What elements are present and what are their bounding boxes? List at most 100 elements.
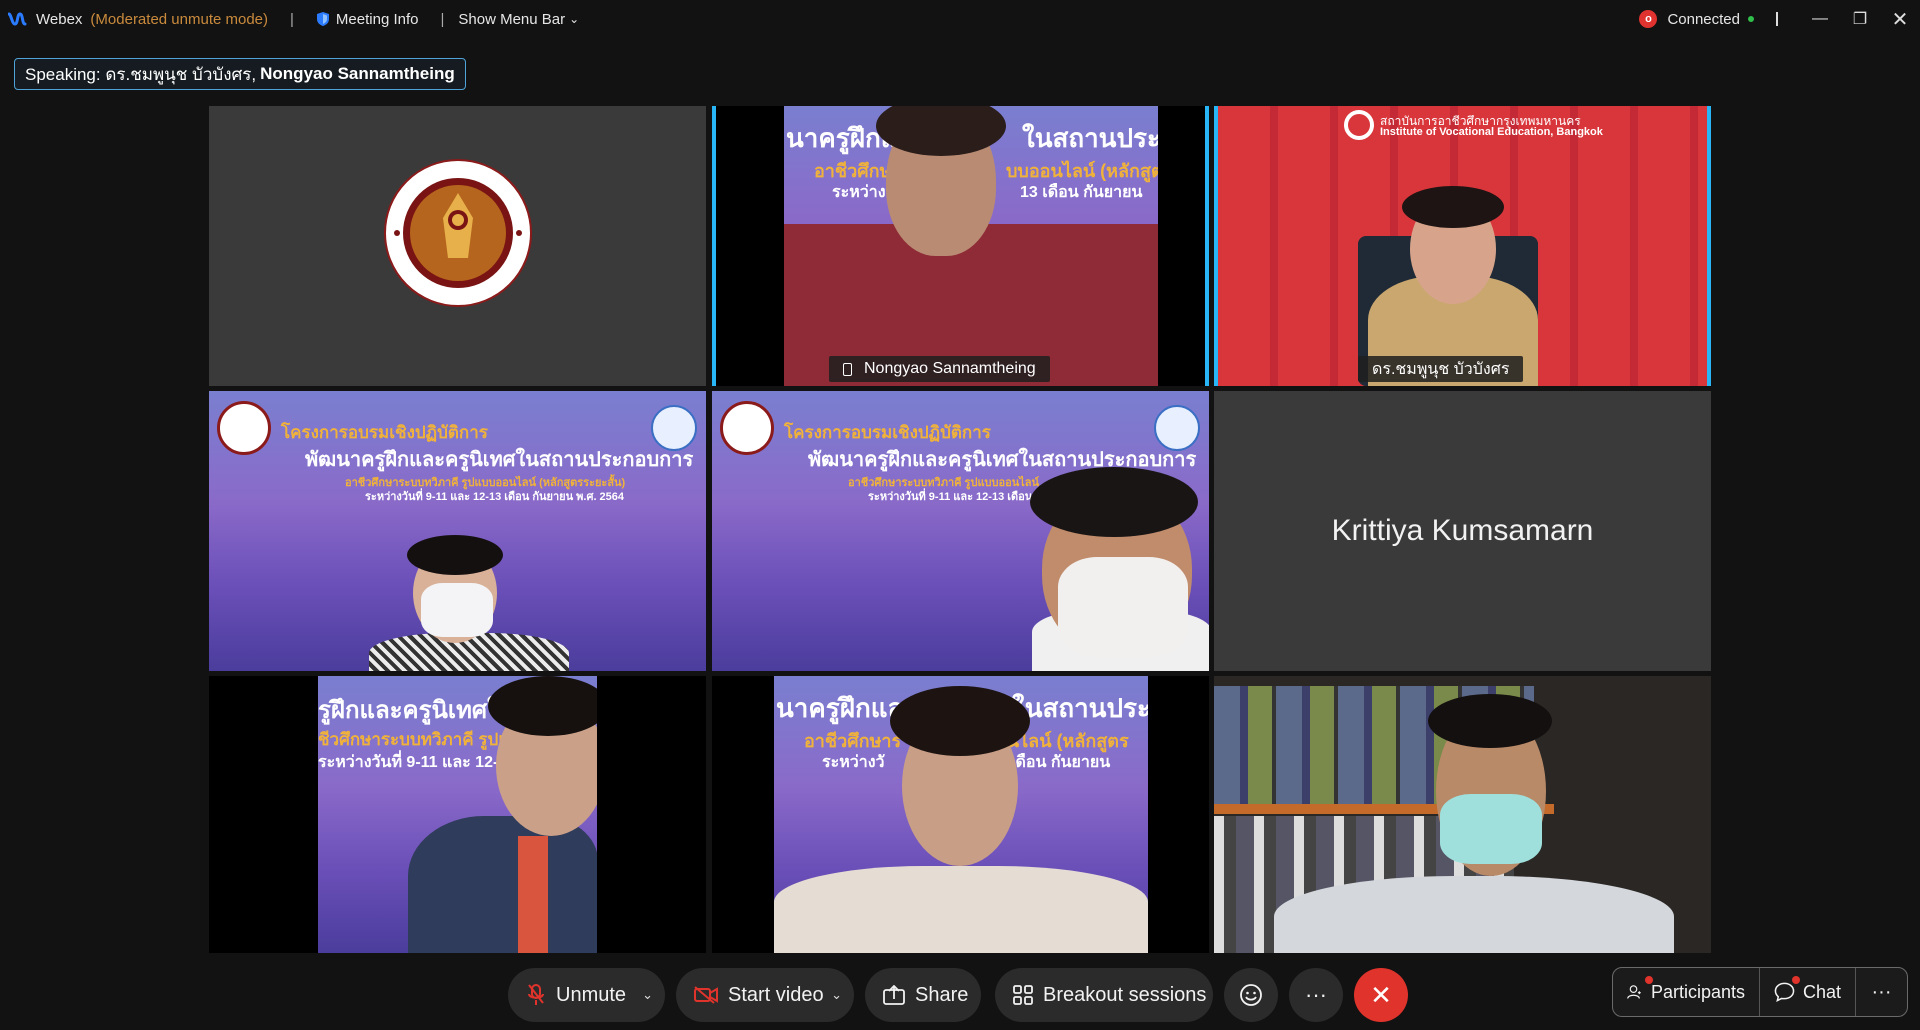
banner-text: โครงการอบรมเชิงปฏิบัติการ — [281, 423, 488, 442]
unmute-button[interactable]: Unmute ⌄ — [508, 968, 665, 1022]
phone-icon — [843, 362, 852, 376]
speaking-prefix: Speaking: ดร.ชมพูนุช บัวบังศร, — [25, 64, 257, 84]
connection-status: Connected — [1667, 10, 1740, 28]
banner-text: ในสถานประก — [1012, 693, 1148, 723]
shield-icon — [316, 12, 329, 26]
banner-text: ระหว่างวั — [822, 754, 885, 771]
banner-text: ระหว่างวันที่ 9-11 และ 12- — [318, 754, 499, 771]
show-menu-bar-button[interactable]: Show Menu Bar ⌄ — [458, 11, 579, 28]
moderated-mode-label: (Moderated unmute mode) — [90, 10, 269, 28]
share-button[interactable]: Share — [865, 968, 981, 1022]
notification-dot-icon — [1645, 976, 1653, 984]
institution-logo-icon — [720, 401, 774, 455]
video-tile-participant[interactable]: นาครูฝึกและ ในสถานประก อาชีวศึกษาร อนไลน… — [712, 676, 1209, 953]
video-feed: รูฝึกและครูนิเทศใ ชีวศึกษาระบบทวิภาคี รู… — [318, 676, 597, 953]
chat-bubble-icon — [1774, 982, 1795, 1002]
letterbox — [209, 676, 318, 953]
video-tile-participant[interactable] — [1214, 676, 1711, 953]
banner-text: ระหว่างวันที่ 9-11 และ 12-13 เดือน กันยา… — [365, 491, 625, 503]
banner-text: เดือน กันยายน — [1010, 754, 1111, 771]
video-tile-logo[interactable] — [209, 106, 706, 386]
video-feed: โครงการอบรมเชิงปฏิบัติการ พัฒนาครูฝึกและ… — [209, 391, 706, 671]
hair — [1428, 694, 1552, 748]
video-feed — [1214, 676, 1711, 953]
divider — [1776, 12, 1778, 26]
share-label: Share — [915, 983, 969, 1006]
side-more-button[interactable]: ··· — [1855, 968, 1907, 1016]
chevron-down-icon[interactable]: ⌄ — [642, 987, 653, 1003]
participant-name: ดร.ชมพูนุช บัวบังศร — [1372, 360, 1510, 378]
video-tile-participant[interactable]: โครงการอบรมเชิงปฏิบัติการ พัฒนาครูฝึกและ… — [712, 391, 1209, 671]
participant-name: Nongyao Sannamtheing — [864, 360, 1036, 377]
hair — [1030, 467, 1198, 537]
participants-label: Participants — [1650, 981, 1745, 1002]
chat-label: Chat — [1802, 981, 1841, 1002]
banner-text: 13 เดือน กันยายน — [1020, 184, 1143, 201]
video-tile-chompunut[interactable]: สถาบันการอาชีวศึกษากรุงเทพมหานคร Institu… — [1214, 106, 1711, 386]
letterbox — [1148, 676, 1209, 953]
app-name: Webex — [36, 10, 83, 28]
participant-name-tag: ดร.ชมพูนุช บัวบังศร — [1358, 356, 1524, 382]
reactions-button[interactable] — [1224, 968, 1278, 1022]
letterbox — [712, 676, 774, 953]
restore-button[interactable]: ❐ — [1840, 0, 1880, 38]
breakout-sessions-button[interactable]: Breakout sessions — [995, 968, 1213, 1022]
panel-toggle-group: Participants Chat ··· — [1612, 967, 1908, 1017]
show-menu-bar-label: Show Menu Bar — [458, 10, 566, 28]
letterbox — [716, 106, 784, 386]
chat-button[interactable]: Chat — [1759, 968, 1855, 1016]
institution-logo-icon — [217, 401, 271, 455]
webex-logo-icon — [8, 12, 27, 26]
unmute-label: Unmute — [556, 983, 627, 1006]
close-window-button[interactable]: ✕ — [1880, 0, 1920, 38]
more-dots-icon: ··· — [1305, 982, 1327, 1007]
video-tile-krittiya[interactable]: Krittiya Kumsamarn — [1214, 391, 1711, 671]
title-bar: Webex (Moderated unmute mode) | Meeting … — [0, 0, 1920, 38]
participant-name-tag: Nongyao Sannamtheing — [829, 356, 1050, 382]
hair — [407, 535, 503, 575]
hair — [488, 676, 597, 736]
face-mask — [1058, 557, 1188, 657]
microphone-muted-icon — [528, 984, 544, 1005]
start-video-button[interactable]: Start video ⌄ — [676, 968, 854, 1022]
banner-text: โครงการอบรมเชิงปฏิบัติการ — [784, 423, 991, 442]
speaking-indicator: Speaking: ดร.ชมพูนุช บัวบังศร, Nongyao S… — [14, 58, 466, 90]
meeting-info-button[interactable]: Meeting Info — [316, 10, 419, 28]
banner-text: ชีวศึกษาระบบทวิภาคี รูปแบ — [318, 730, 521, 749]
banner-text: ในสถานประก — [1022, 123, 1158, 153]
notification-dot-icon — [1792, 976, 1800, 984]
speaking-name: Nongyao Sannamtheing — [260, 64, 455, 83]
backdrop-text: Institute of Vocational Education, Bangk… — [1380, 126, 1603, 138]
video-feed: นาครูฝึกแ ในสถานประก อาชีวศึกษ บบออนไลน์… — [784, 106, 1158, 386]
video-tile-participant[interactable]: รูฝึกและครูนิเทศใ ชีวศึกษาระบบทวิภาคี รู… — [209, 676, 706, 953]
banner-text: ระหว่างวันที่ 9-11 และ 12-13 เดือน — [868, 491, 1033, 503]
breakout-grid-icon — [1013, 985, 1033, 1005]
more-options-button[interactable]: ··· — [1289, 968, 1343, 1022]
jacket — [408, 816, 597, 953]
video-off-icon — [694, 986, 718, 1004]
smiley-icon — [1240, 984, 1262, 1006]
minimize-button[interactable]: — — [1800, 0, 1840, 38]
hair — [1402, 186, 1504, 228]
participant-name: Krittiya Kumsamarn — [1331, 514, 1594, 547]
close-icon: ✕ — [1370, 979, 1392, 1010]
leave-meeting-button[interactable]: ✕ — [1354, 968, 1408, 1022]
institute-backdrop-logo-icon — [1344, 110, 1374, 140]
banner-text: รูฝึกและครูนิเทศใ — [318, 697, 499, 724]
connected-dot-icon — [1748, 16, 1754, 22]
participants-button[interactable]: Participants — [1613, 968, 1759, 1016]
video-tile-nongyao[interactable]: นาครูฝึกแ ในสถานประก อาชีวศึกษ บบออนไลน์… — [712, 106, 1209, 386]
video-feed: โครงการอบรมเชิงปฏิบัติการ พัฒนาครูฝึกและ… — [712, 391, 1209, 671]
video-feed: สถาบันการอาชีวศึกษากรุงเทพมหานคร Institu… — [1218, 106, 1707, 386]
participants-icon — [1627, 985, 1641, 999]
video-tile-participant[interactable]: โครงการอบรมเชิงปฏิบัติการ พัฒนาครูฝึกและ… — [209, 391, 706, 671]
start-video-label: Start video — [728, 983, 824, 1006]
meeting-info-label: Meeting Info — [335, 10, 419, 28]
banner-text: พัฒนาครูฝึกและครูนิเทศในสถานประกอบการ — [305, 449, 694, 471]
chevron-down-icon[interactable]: ⌄ — [831, 987, 842, 1003]
institution-logo-icon — [384, 159, 532, 307]
recording-indicator-icon: o — [1639, 10, 1658, 28]
shirt — [1274, 876, 1674, 953]
breakout-label: Breakout sessions — [1043, 983, 1207, 1006]
shirt — [518, 836, 548, 953]
